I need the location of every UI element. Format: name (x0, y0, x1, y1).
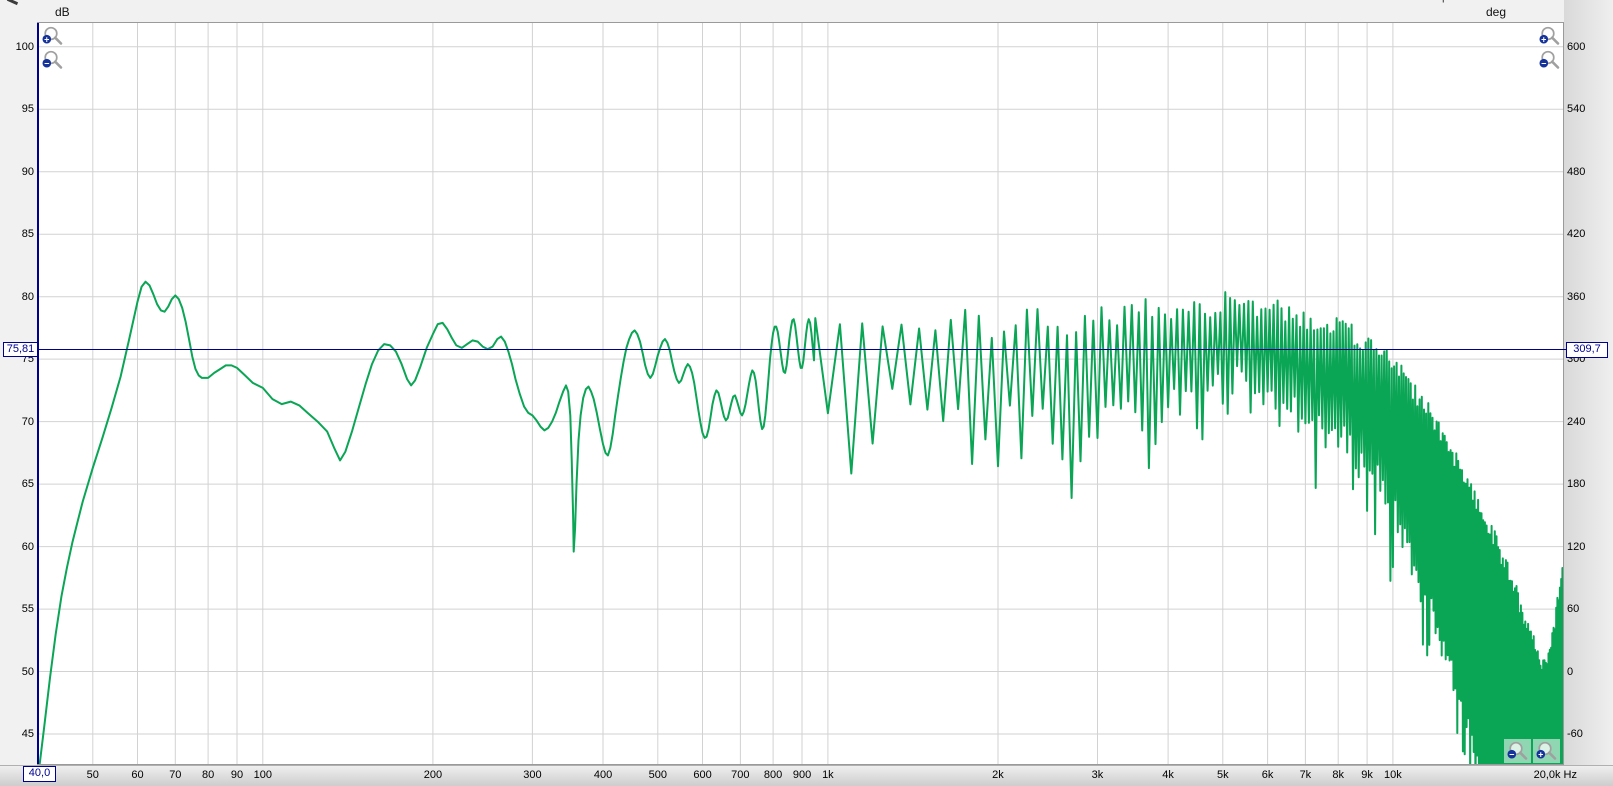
left-axis-unit-label: dB (55, 5, 70, 19)
measurement-window: ScrollbarsFreq. AxisLimitsControls dB de… (0, 0, 1613, 786)
plot-area[interactable] (37, 22, 1564, 765)
freq-tick-label: 70 (169, 769, 182, 781)
svg-text:+: + (1538, 749, 1543, 759)
deg-tick-label: 540 (1567, 103, 1586, 116)
graph-control-freq-axis[interactable]: Freq. Axis (1422, 0, 1471, 3)
freq-tick-label: 700 (731, 769, 750, 781)
freq-tick-label: 1k (822, 769, 834, 781)
graph-control-limits[interactable]: Limits (1488, 0, 1517, 3)
db-tick-label: 65 (21, 478, 34, 491)
svg-text:+: + (44, 34, 49, 44)
graph-controls-bar: ScrollbarsFreq. AxisLimitsControls (1356, 0, 1575, 3)
freq-tick-label: 100 (253, 769, 273, 781)
zoom-out-x-icon[interactable]: − (1504, 739, 1531, 763)
cursor-freq-readout: 40,0 (23, 766, 56, 782)
deg-tick-label: 60 (1567, 603, 1580, 616)
freq-tick-label: 60 (131, 769, 144, 781)
freq-tick-label: 800 (763, 769, 783, 781)
zoom-in-y-left-icon[interactable]: + (39, 24, 66, 48)
freq-tick-label: 6k (1261, 769, 1274, 781)
frequency-axis-band: 50 60 70 80 90 100 200 300 400 500 600 700 800 900 1k 2… (0, 765, 1613, 786)
cursor-horizontal-line[interactable] (38, 349, 1567, 350)
svg-text:−: − (1509, 749, 1514, 759)
freq-tick-label: 3k (1091, 769, 1104, 781)
svg-text:−: − (1541, 58, 1546, 68)
deg-tick-label: 180 (1567, 478, 1586, 491)
freq-tick-label: 5k (1217, 769, 1229, 781)
clipped-text-fragment (6, 0, 19, 6)
graph-control-scrollbars[interactable]: Scrollbars (1356, 0, 1405, 3)
chart-svg (38, 23, 1563, 764)
cursor-deg-readout: 309,7 (1566, 342, 1608, 358)
db-tick-label: 45 (21, 728, 34, 740)
deg-tick-label: 0 (1567, 665, 1574, 678)
freq-tick-label: 7k (1299, 769, 1312, 781)
freq-tick-label: 500 (648, 769, 667, 781)
db-tick-label: 100 (15, 40, 34, 53)
freq-tick-label: 600 (693, 769, 712, 781)
zoom-out-y-left-icon[interactable]: − (39, 48, 66, 72)
freq-tick-label: 10k (1384, 769, 1402, 781)
db-tick-label: 90 (21, 165, 34, 178)
magnitude-curve (38, 280, 1563, 764)
deg-tick-label: -60 (1567, 728, 1583, 740)
freq-tick-label: 50 (86, 769, 99, 781)
freq-tick-label: 4k (1162, 769, 1174, 781)
deg-tick-label: 480 (1567, 165, 1586, 178)
freq-tick-label: 400 (593, 769, 613, 781)
deg-tick-label: 360 (1567, 290, 1586, 303)
freq-tick-label: 90 (230, 769, 244, 781)
deg-tick-label: 420 (1567, 228, 1586, 241)
freq-tick-label: 80 (201, 769, 215, 781)
svg-text:−: − (44, 58, 49, 68)
freq-axis-end-label: 20,0k Hz (1533, 769, 1577, 781)
db-tick-label: 60 (21, 540, 34, 553)
db-tick-label: 85 (21, 228, 34, 241)
freq-tick-label: 300 (523, 769, 542, 781)
freq-tick-label: 9k (1361, 769, 1373, 781)
db-tick-label: 55 (21, 603, 34, 616)
db-tick-label: 70 (21, 415, 34, 428)
db-tick-label: 50 (21, 665, 34, 678)
freq-tick-label: 200 (423, 769, 443, 781)
cursor-vertical-line[interactable] (37, 23, 39, 764)
db-tick-label: 95 (21, 103, 34, 116)
freq-tick-label: 8k (1332, 769, 1344, 781)
deg-tick-label: 240 (1567, 415, 1586, 428)
svg-text:+: + (1541, 34, 1546, 44)
zoom-in-y-right-icon[interactable]: + (1536, 24, 1563, 48)
freq-tick-label: 2k (992, 769, 1004, 781)
zoom-in-x-icon[interactable]: + (1533, 739, 1560, 763)
deg-tick-label: 600 (1567, 40, 1586, 53)
right-axis-unit-label: deg (1486, 5, 1507, 19)
freq-tick-label: 900 (792, 769, 812, 781)
cursor-db-readout: 75,81 (3, 342, 38, 357)
deg-tick-label: 120 (1567, 540, 1586, 553)
db-tick-label: 80 (21, 290, 34, 303)
zoom-out-y-right-icon[interactable]: − (1536, 48, 1563, 72)
